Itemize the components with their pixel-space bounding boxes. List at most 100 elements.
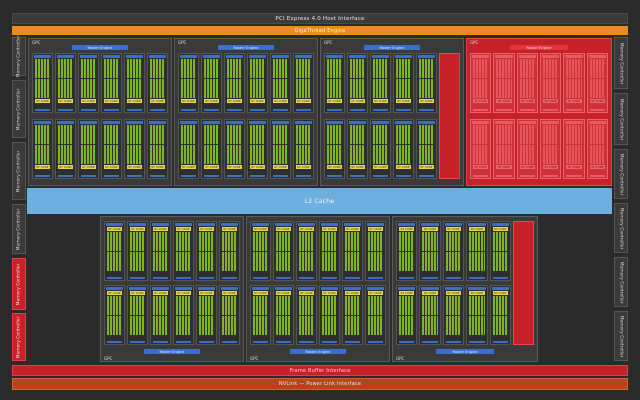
memory-controller-right-5: Memory Controller xyxy=(614,257,628,307)
streaming-multiprocessor: RT CORE xyxy=(78,119,99,179)
streaming-multiprocessor: RT CORE xyxy=(55,53,76,113)
streaming-multiprocessor: RT CORE xyxy=(416,119,437,179)
sm-row: RT CORE RT CORE RT CORE RT CORE RT CORE … xyxy=(178,119,314,179)
sm-row: RT CORE RT CORE RT CORE RT CORE RT CORE … xyxy=(250,221,386,281)
disabled-tpc xyxy=(513,221,534,345)
streaming-multiprocessor: RT CORE xyxy=(293,119,314,179)
streaming-multiprocessor: RT CORE xyxy=(319,285,340,345)
streaming-multiprocessor: RT CORE xyxy=(201,53,222,113)
sm-row: RT CORE RT CORE RT CORE RT CORE RT CORE … xyxy=(32,53,168,113)
sm-row: RT CORE RT CORE RT CORE RT CORE RT CORE xyxy=(324,119,437,179)
streaming-multiprocessor: RT CORE xyxy=(224,119,245,179)
streaming-multiprocessor: RT CORE xyxy=(319,221,340,281)
streaming-multiprocessor: RT CORE xyxy=(270,53,291,113)
memory-controller-right-1: Memory Controller xyxy=(614,37,628,89)
streaming-multiprocessor: RT CORE xyxy=(419,285,441,345)
nvlink-interface-disabled: NVLink — Power Link Interface xyxy=(12,378,628,390)
streaming-multiprocessor: RT CORE xyxy=(365,285,386,345)
streaming-multiprocessor: RT CORE xyxy=(104,285,125,345)
sm-row: RT CORE RT CORE RT CORE RT CORE RT CORE … xyxy=(250,285,386,345)
streaming-multiprocessor: RT CORE xyxy=(178,119,199,179)
memory-controller-left-5-disabled: Memory Controller xyxy=(12,258,26,310)
streaming-multiprocessor: RT CORE xyxy=(250,285,271,345)
streaming-multiprocessor: RT CORE xyxy=(586,53,608,113)
streaming-multiprocessor: RT CORE xyxy=(104,221,125,281)
sm-row: RT CORE RT CORE RT CORE RT CORE RT CORE … xyxy=(178,53,314,113)
streaming-multiprocessor: RT CORE xyxy=(470,53,492,113)
streaming-multiprocessor: RT CORE xyxy=(273,285,294,345)
streaming-multiprocessor: RT CORE xyxy=(270,119,291,179)
streaming-multiprocessor: RT CORE xyxy=(196,285,217,345)
streaming-multiprocessor: RT CORE xyxy=(396,285,418,345)
raster-engine: Raster Engine xyxy=(289,349,347,354)
streaming-multiprocessor: RT CORE xyxy=(196,221,217,281)
streaming-multiprocessor: RT CORE xyxy=(563,53,585,113)
gpc-title: GPC xyxy=(396,356,405,361)
streaming-multiprocessor: RT CORE xyxy=(370,119,391,179)
streaming-multiprocessor: RT CORE xyxy=(273,221,294,281)
streaming-multiprocessor: RT CORE xyxy=(393,119,414,179)
memory-controller-right-6: Memory Controller xyxy=(614,311,628,361)
memory-controller-left-2: Memory Controller xyxy=(12,80,26,138)
streaming-multiprocessor: RT CORE xyxy=(416,53,437,113)
streaming-multiprocessor: RT CORE xyxy=(516,119,538,179)
streaming-multiprocessor: RT CORE xyxy=(250,221,271,281)
streaming-multiprocessor: RT CORE xyxy=(489,221,511,281)
streaming-multiprocessor: RT CORE xyxy=(342,285,363,345)
raster-engine: Raster Engine xyxy=(71,45,129,50)
gpc-top-2: GPC Raster Engine RT CORE RT CORE RT COR… xyxy=(174,38,318,186)
sm-row: RT CORE RT CORE RT CORE RT CORE RT CORE xyxy=(396,285,511,345)
streaming-multiprocessor: RT CORE xyxy=(365,221,386,281)
l2-cache: L2 Cache xyxy=(27,188,612,214)
streaming-multiprocessor: RT CORE xyxy=(32,119,53,179)
streaming-multiprocessor: RT CORE xyxy=(173,285,194,345)
raster-engine: Raster Engine xyxy=(436,349,494,354)
raster-engine: Raster Engine xyxy=(363,45,421,50)
streaming-multiprocessor: RT CORE xyxy=(296,221,317,281)
streaming-multiprocessor: RT CORE xyxy=(293,53,314,113)
raster-engine: Raster Engine xyxy=(217,45,275,50)
disabled-tpc xyxy=(439,53,460,179)
pcie-host-interface: PCI Express 4.0 Host Interface xyxy=(12,13,628,24)
sm-row: RT CORE RT CORE RT CORE RT CORE RT CORE … xyxy=(32,119,168,179)
streaming-multiprocessor: RT CORE xyxy=(219,285,240,345)
streaming-multiprocessor: RT CORE xyxy=(324,119,345,179)
streaming-multiprocessor: RT CORE xyxy=(219,221,240,281)
streaming-multiprocessor: RT CORE xyxy=(150,221,171,281)
streaming-multiprocessor: RT CORE xyxy=(247,53,268,113)
streaming-multiprocessor: RT CORE xyxy=(516,53,538,113)
sm-row: RT CORE RT CORE RT CORE RT CORE RT CORE xyxy=(324,53,437,113)
gpc-title: GPC xyxy=(178,40,187,45)
streaming-multiprocessor: RT CORE xyxy=(247,119,268,179)
streaming-multiprocessor: RT CORE xyxy=(466,285,488,345)
streaming-multiprocessor: RT CORE xyxy=(493,119,515,179)
gpc-title: GPC xyxy=(32,40,41,45)
streaming-multiprocessor: RT CORE xyxy=(563,119,585,179)
streaming-multiprocessor: RT CORE xyxy=(370,53,391,113)
gpc-title: GPC xyxy=(324,40,333,45)
streaming-multiprocessor: RT CORE xyxy=(124,119,145,179)
memory-controller-right-3: Memory Controller xyxy=(614,149,628,199)
streaming-multiprocessor: RT CORE xyxy=(150,285,171,345)
gpc-title: GPC xyxy=(250,356,259,361)
gpc-bottom-1: RT CORE RT CORE RT CORE RT CORE RT CORE … xyxy=(100,216,244,362)
streaming-multiprocessor: RT CORE xyxy=(540,53,562,113)
streaming-multiprocessor: RT CORE xyxy=(178,53,199,113)
streaming-multiprocessor: RT CORE xyxy=(442,221,465,281)
sm-row: RT CORE RT CORE RT CORE RT CORE RT CORE … xyxy=(104,221,240,281)
gpc-top-4-disabled: GPC Raster Engine RT CORE RT CORE RT COR… xyxy=(466,38,612,186)
streaming-multiprocessor: RT CORE xyxy=(55,119,76,179)
memory-controller-left-6-disabled: Memory Controller xyxy=(12,313,26,361)
raster-engine: Raster Engine xyxy=(143,349,201,354)
streaming-multiprocessor: RT CORE xyxy=(32,53,53,113)
streaming-multiprocessor: RT CORE xyxy=(442,285,465,345)
streaming-multiprocessor: RT CORE xyxy=(493,53,515,113)
streaming-multiprocessor: RT CORE xyxy=(124,53,145,113)
streaming-multiprocessor: RT CORE xyxy=(586,119,608,179)
gigathread-engine: GigaThread Engine xyxy=(12,26,628,35)
streaming-multiprocessor: RT CORE xyxy=(127,221,148,281)
streaming-multiprocessor: RT CORE xyxy=(147,119,168,179)
streaming-multiprocessor: RT CORE xyxy=(347,119,368,179)
streaming-multiprocessor: RT CORE xyxy=(127,285,148,345)
streaming-multiprocessor: RT CORE xyxy=(173,221,194,281)
